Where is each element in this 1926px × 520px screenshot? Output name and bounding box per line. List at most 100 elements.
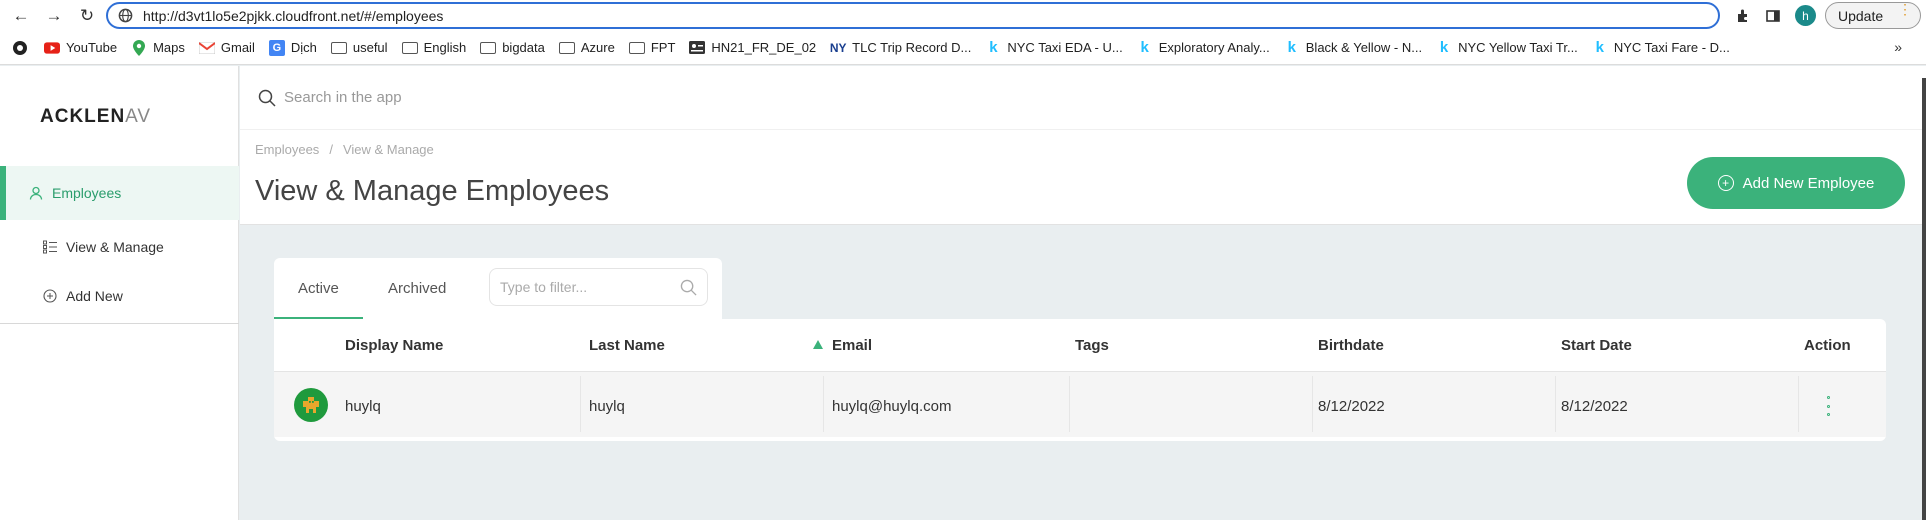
maps-icon: [131, 39, 147, 56]
filter-input[interactable]: Type to filter...: [489, 268, 708, 306]
id-card-icon: [689, 40, 706, 56]
cell-start-date: 8/12/2022: [1561, 398, 1628, 415]
more-bookmarks-icon[interactable]: »: [1894, 39, 1902, 55]
sort-ascending-icon[interactable]: [813, 340, 823, 349]
avatar: [294, 388, 328, 422]
bookmark-kaggle-2[interactable]: k Exploratory Analy...: [1137, 39, 1270, 56]
breadcrumb-separator: /: [329, 142, 333, 157]
add-new-employee-button[interactable]: + Add New Employee: [1687, 157, 1905, 209]
bookmark-kaggle-3[interactable]: k Black & Yellow - N...: [1284, 39, 1423, 56]
bookmark-folder-azure[interactable]: Azure: [558, 40, 615, 55]
reload-icon[interactable]: ↻: [75, 4, 99, 28]
site-info-icon[interactable]: [118, 8, 133, 23]
sidebar-divider: [0, 323, 239, 324]
page-scrollbar[interactable]: [1922, 78, 1926, 520]
bookmark-folder-english[interactable]: English: [401, 40, 466, 55]
update-button[interactable]: Update ⋮: [1825, 2, 1921, 29]
plus-circle-icon: +: [1717, 175, 1734, 191]
sidebar-item-label: View & Manage: [66, 239, 164, 255]
logo-bold-text: ACKLEN: [40, 106, 126, 127]
bookmark-label: NYC Taxi Fare - D...: [1613, 40, 1730, 55]
bookmark-label: NYC Yellow Taxi Tr...: [1458, 40, 1578, 55]
app-search-bar[interactable]: Search in the app: [240, 66, 1926, 130]
bookmark-apps[interactable]: [12, 40, 28, 56]
gmail-icon: [198, 40, 215, 56]
search-icon: [680, 279, 697, 296]
address-bar[interactable]: http://d3vt1lo5e2pjkk.cloudfront.net/#/e…: [106, 2, 1720, 29]
column-header-start-date[interactable]: Start Date: [1561, 337, 1632, 354]
extensions-icon[interactable]: [1732, 5, 1754, 27]
bookmark-label: bigdata: [502, 40, 545, 55]
table-row[interactable]: huylq huylq huylq@huylq.com 8/12/2022 8/…: [274, 371, 1886, 437]
cell-display-name: huylq: [345, 398, 381, 415]
sidebar-item-employees[interactable]: Employees: [0, 166, 239, 220]
bookmark-folder-useful[interactable]: useful: [330, 40, 388, 55]
bookmark-hn21[interactable]: HN21_FR_DE_02: [689, 40, 816, 56]
bookmark-label: Dịch: [290, 40, 317, 55]
column-header-birthdate[interactable]: Birthdate: [1318, 337, 1384, 354]
bookmark-translate[interactable]: G Dịch: [268, 39, 317, 56]
column-header-email[interactable]: Email: [832, 337, 872, 354]
bookmark-folder-bigdata[interactable]: bigdata: [480, 40, 545, 55]
bookmark-folder-fpt[interactable]: FPT: [628, 40, 676, 55]
column-header-display-name[interactable]: Display Name: [345, 337, 443, 354]
bookmark-kaggle-4[interactable]: k NYC Yellow Taxi Tr...: [1436, 39, 1578, 56]
bookmark-label: Maps: [153, 40, 185, 55]
kaggle-icon: k: [989, 39, 998, 56]
bookmarks-bar: YouTube Maps Gmail G Dịch useful English…: [0, 31, 1926, 65]
search-icon: [258, 89, 276, 107]
kaggle-icon: k: [1595, 39, 1604, 56]
bookmark-gmail[interactable]: Gmail: [198, 40, 255, 56]
sidebar-item-add-new[interactable]: Add New: [0, 269, 239, 323]
plus-circle-icon: [42, 288, 58, 304]
tab-active[interactable]: Active: [298, 280, 339, 297]
bookmark-youtube[interactable]: YouTube: [44, 40, 117, 56]
bookmark-label: TLC Trip Record D...: [852, 40, 972, 55]
breadcrumb-item[interactable]: Employees: [255, 142, 319, 157]
logo-light-text: AV: [125, 106, 152, 127]
bookmark-maps[interactable]: Maps: [131, 39, 185, 56]
bookmark-tlc[interactable]: NY TLC Trip Record D...: [829, 40, 972, 56]
tab-archived[interactable]: Archived: [388, 280, 446, 297]
sidebar-item-label: Employees: [52, 185, 122, 201]
row-actions-icon[interactable]: [1823, 396, 1833, 416]
bookmark-label: Gmail: [220, 40, 255, 55]
column-divider: [1312, 376, 1313, 432]
forward-icon[interactable]: →: [42, 4, 66, 28]
bookmark-label: FPT: [650, 40, 676, 55]
person-icon: [28, 185, 44, 201]
sidebar-item-view-manage[interactable]: View & Manage: [0, 220, 239, 274]
filter-placeholder: Type to filter...: [500, 279, 588, 295]
folder-icon: [480, 41, 497, 54]
search-input[interactable]: Search in the app: [284, 89, 402, 106]
url-text: http://d3vt1lo5e2pjkk.cloudfront.net/#/e…: [143, 7, 444, 24]
bookmark-label: Azure: [580, 40, 615, 55]
app-sidebar: ACKLENAV Employees View & Manage Add New: [0, 66, 239, 520]
column-divider: [1069, 376, 1070, 432]
folder-icon: [330, 41, 347, 54]
page-title: View & Manage Employees: [255, 175, 610, 207]
breadcrumb-item[interactable]: View & Manage: [343, 142, 434, 157]
side-panel-icon[interactable]: [1762, 5, 1784, 27]
nyc-icon: NY: [829, 40, 847, 55]
bookmark-label: YouTube: [66, 40, 118, 55]
bookmark-label: useful: [352, 40, 388, 55]
column-header-tags[interactable]: Tags: [1075, 337, 1109, 354]
tabs-card: Active Archived Type to filter...: [274, 258, 722, 320]
column-header-last-name[interactable]: Last Name: [589, 337, 665, 354]
bookmark-label: Black & Yellow - N...: [1305, 40, 1423, 55]
folder-icon: [558, 41, 575, 54]
bookmark-kaggle-5[interactable]: k NYC Taxi Fare - D...: [1592, 39, 1730, 56]
profile-avatar[interactable]: h: [1795, 5, 1816, 26]
app-logo[interactable]: ACKLENAV: [40, 106, 151, 128]
column-divider: [1798, 376, 1799, 432]
back-icon[interactable]: ←: [9, 4, 33, 28]
menu-dots-icon: ⋮: [1898, 1, 1912, 17]
bookmark-label: NYC Taxi EDA - U...: [1007, 40, 1123, 55]
bookmark-label: Exploratory Analy...: [1158, 40, 1270, 55]
bookmark-kaggle-1[interactable]: k NYC Taxi EDA - U...: [985, 39, 1123, 56]
breadcrumb: Employees / View & Manage: [255, 142, 434, 157]
update-label: Update: [1838, 7, 1884, 24]
column-divider: [580, 376, 581, 432]
bookmark-label: HN21_FR_DE_02: [711, 40, 817, 55]
